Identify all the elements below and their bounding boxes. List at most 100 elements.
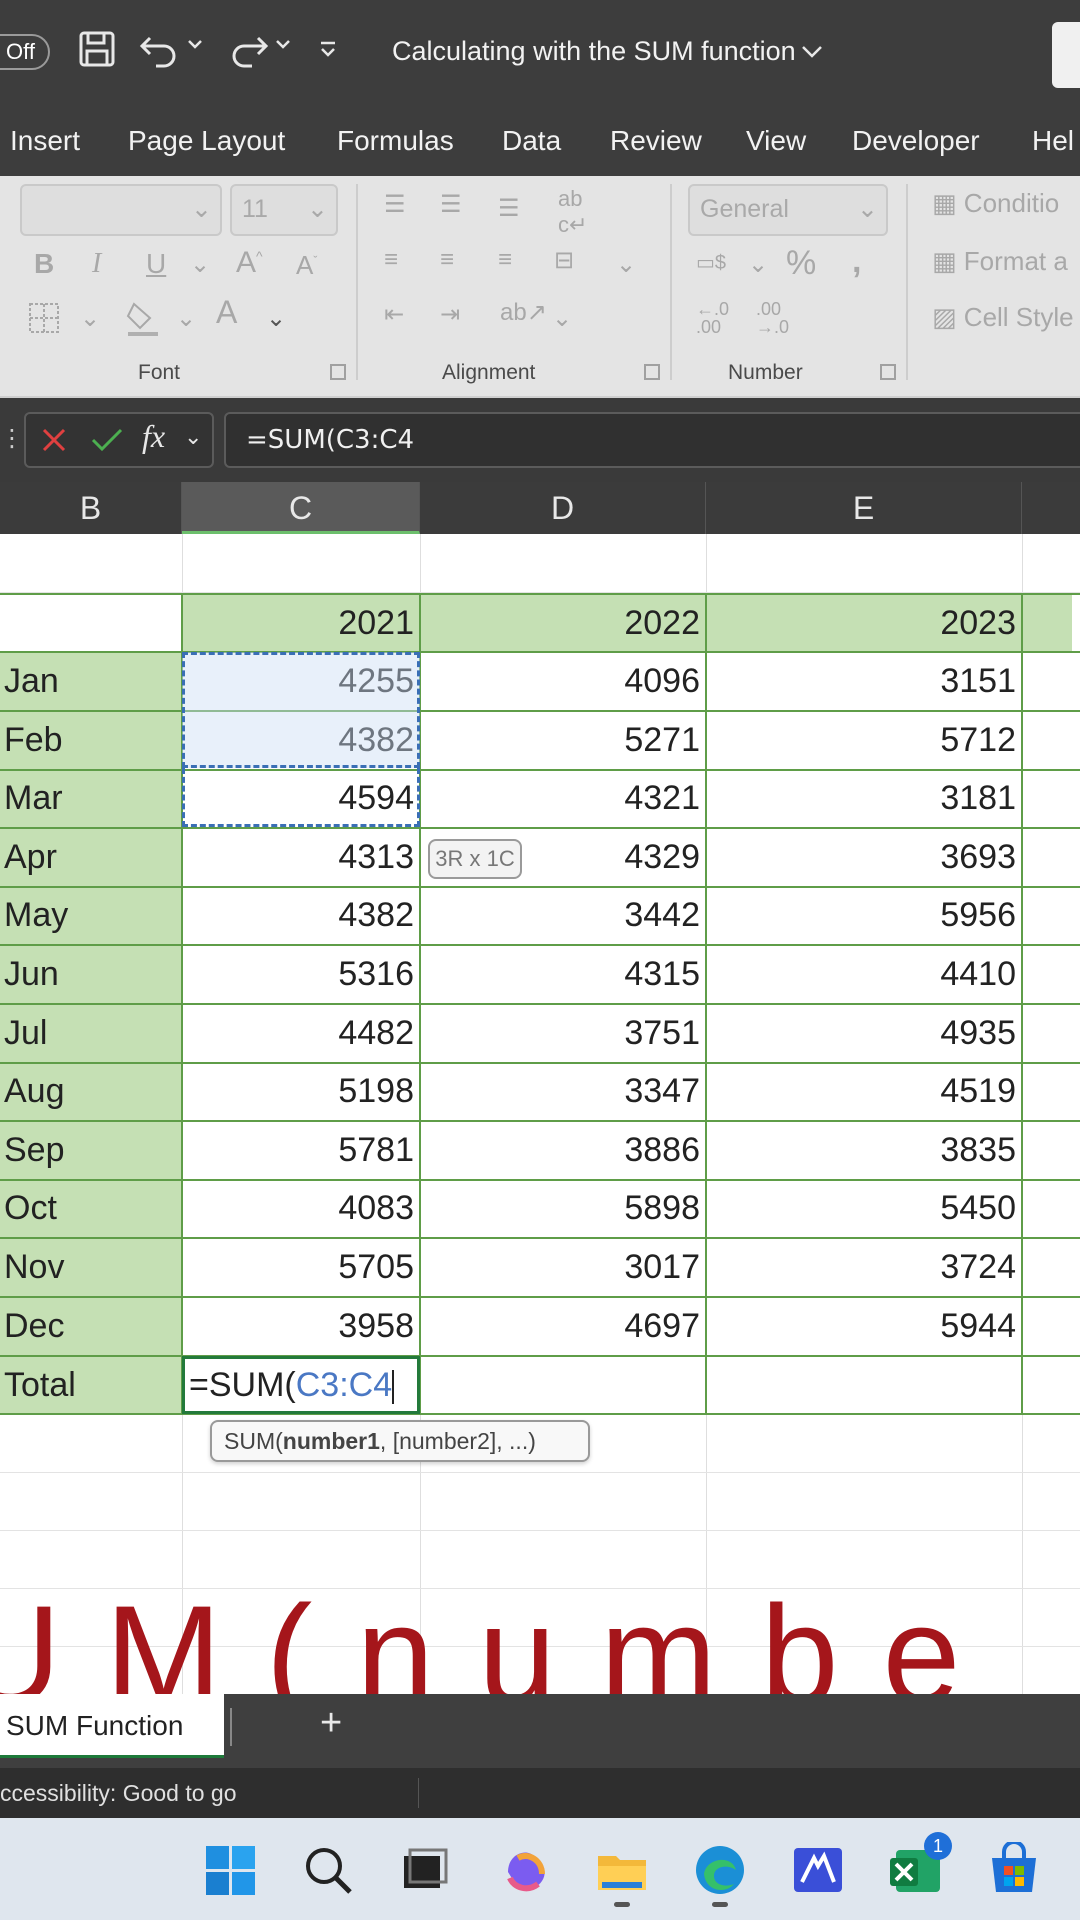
tab-view[interactable]: View bbox=[746, 125, 806, 157]
table-cell[interactable]: 3181 bbox=[706, 769, 1022, 827]
tab-review[interactable]: Review bbox=[610, 125, 702, 157]
align-right-icon[interactable]: ≡ bbox=[498, 246, 512, 274]
accounting-format-icon[interactable]: ▭$ bbox=[696, 250, 726, 275]
tab-developer[interactable]: Developer bbox=[852, 125, 980, 157]
tab-formulas[interactable]: Formulas bbox=[337, 125, 454, 157]
edge-browser-icon[interactable] bbox=[692, 1842, 748, 1898]
font-dialog-launcher-icon[interactable] bbox=[330, 364, 346, 380]
bold-icon[interactable]: B bbox=[34, 248, 54, 280]
total-label[interactable]: Total bbox=[0, 1356, 182, 1414]
align-center-icon[interactable]: ≡ bbox=[440, 246, 454, 274]
tab-data[interactable]: Data bbox=[502, 125, 561, 157]
document-title[interactable]: Calculating with the SUM function bbox=[392, 36, 796, 67]
insert-function-icon[interactable]: fx bbox=[142, 418, 165, 455]
increase-decimal-icon[interactable]: ←.0.00 bbox=[696, 300, 729, 336]
underline-icon[interactable]: U bbox=[146, 248, 166, 280]
table-cell[interactable]: 3017 bbox=[420, 1238, 706, 1296]
year-cell[interactable]: 2021 bbox=[182, 594, 420, 652]
table-cell[interactable]: 3835 bbox=[706, 1121, 1022, 1179]
table-cell[interactable]: 4482 bbox=[182, 1004, 420, 1062]
table-cell[interactable]: 5944 bbox=[706, 1297, 1022, 1355]
font-size-dropdown[interactable]: 11 ⌄ bbox=[230, 184, 338, 236]
column-header-d[interactable]: D bbox=[420, 482, 706, 534]
table-cell[interactable]: 3751 bbox=[420, 1004, 706, 1062]
redo-icon[interactable] bbox=[226, 28, 270, 75]
column-header-e[interactable]: E bbox=[706, 482, 1022, 534]
year-cell[interactable]: 2023 bbox=[706, 594, 1022, 652]
table-cell[interactable]: 5705 bbox=[182, 1238, 420, 1296]
save-icon[interactable] bbox=[76, 28, 118, 75]
cell-styles-button[interactable]: ▨ Cell Style bbox=[932, 302, 1074, 333]
borders-icon[interactable] bbox=[26, 300, 62, 343]
function-argument-tooltip[interactable]: SUM(number1, [number2], ...) bbox=[210, 1420, 590, 1462]
font-color-icon[interactable]: A bbox=[216, 294, 237, 331]
tab-help[interactable]: Hel bbox=[1032, 125, 1074, 157]
table-cell[interactable]: 5316 bbox=[182, 945, 420, 1003]
conditional-formatting-button[interactable]: ▦ Conditio bbox=[932, 188, 1059, 219]
customize-quick-access-icon[interactable] bbox=[318, 40, 338, 65]
increase-indent-icon[interactable]: ⇥ bbox=[440, 300, 460, 329]
align-left-icon[interactable]: ≡ bbox=[384, 246, 398, 274]
table-cell[interactable]: 3958 bbox=[182, 1297, 420, 1355]
font-name-dropdown[interactable]: ⌄ bbox=[20, 184, 222, 236]
merge-center-icon[interactable]: ⊟ bbox=[554, 246, 574, 275]
month-label[interactable]: Apr bbox=[0, 828, 182, 886]
chevron-down-icon[interactable]: ⌄ bbox=[80, 304, 100, 333]
table-cell[interactable]: 4697 bbox=[420, 1297, 706, 1355]
table-cell[interactable]: 5271 bbox=[420, 711, 706, 769]
formula-input[interactable]: =SUM(C3:C4 bbox=[224, 412, 1080, 468]
task-view-icon[interactable] bbox=[396, 1842, 452, 1898]
month-label[interactable]: Sep bbox=[0, 1121, 182, 1179]
chevron-down-icon[interactable]: ⌄ bbox=[266, 304, 286, 333]
autosave-toggle[interactable]: Off bbox=[0, 34, 50, 70]
table-cell[interactable]: 4313 bbox=[182, 828, 420, 886]
undo-icon[interactable] bbox=[138, 28, 182, 75]
alignment-dialog-launcher-icon[interactable] bbox=[644, 364, 660, 380]
year-cell[interactable]: 2022 bbox=[420, 594, 706, 652]
orientation-icon[interactable]: ab↗ bbox=[500, 298, 547, 327]
decrease-indent-icon[interactable]: ⇤ bbox=[384, 300, 404, 329]
percent-style-icon[interactable]: % bbox=[786, 244, 816, 283]
table-cell[interactable]: 4315 bbox=[420, 945, 706, 1003]
table-cell[interactable]: 3347 bbox=[420, 1062, 706, 1120]
format-as-table-button[interactable]: ▦ Format a bbox=[932, 246, 1068, 277]
chevron-down-icon[interactable]: ⌄ bbox=[748, 250, 768, 279]
table-cell[interactable]: 4935 bbox=[706, 1004, 1022, 1062]
month-label[interactable]: Nov bbox=[0, 1238, 182, 1296]
search-icon[interactable] bbox=[300, 1842, 356, 1898]
table-cell[interactable]: 5956 bbox=[706, 886, 1022, 944]
bottom-align-icon[interactable]: ☰ bbox=[498, 194, 520, 223]
table-cell[interactable]: 5198 bbox=[182, 1062, 420, 1120]
month-label[interactable]: Aug bbox=[0, 1062, 182, 1120]
chevron-down-icon[interactable]: ⌄ bbox=[552, 304, 572, 333]
table-cell[interactable]: 5712 bbox=[706, 711, 1022, 769]
number-dialog-launcher-icon[interactable] bbox=[880, 364, 896, 380]
table-cell[interactable]: 4410 bbox=[706, 945, 1022, 1003]
table-cell[interactable]: 4096 bbox=[420, 652, 706, 710]
microsoft-store-icon[interactable] bbox=[986, 1840, 1042, 1898]
increase-font-size-icon[interactable]: A^ bbox=[236, 246, 263, 280]
chevron-down-icon[interactable]: ⌄ bbox=[176, 304, 196, 333]
month-label[interactable]: May bbox=[0, 886, 182, 944]
column-header-c[interactable]: C bbox=[182, 482, 420, 534]
accessibility-status[interactable]: ccessibility: Good to go bbox=[0, 1780, 237, 1806]
top-align-icon[interactable]: ☰ bbox=[384, 190, 406, 219]
editing-cell[interactable]: =SUM(C3:C4 bbox=[182, 1356, 420, 1414]
table-cell[interactable]: 4321 bbox=[420, 769, 706, 827]
table-cell[interactable]: 3442 bbox=[420, 886, 706, 944]
chevron-down-icon[interactable] bbox=[800, 44, 824, 65]
month-label[interactable]: Jul bbox=[0, 1004, 182, 1062]
enter-checkmark-icon[interactable] bbox=[88, 422, 126, 463]
table-cell[interactable]: 3724 bbox=[706, 1238, 1022, 1296]
sheet-tab-sum-function[interactable]: SUM Function bbox=[0, 1694, 224, 1758]
month-label[interactable]: Jan bbox=[0, 652, 182, 710]
table-cell[interactable]: 3693 bbox=[706, 828, 1022, 886]
decrease-decimal-icon[interactable]: .00 →.0 bbox=[756, 300, 789, 336]
comma-style-icon[interactable]: , bbox=[852, 242, 861, 281]
app-icon[interactable] bbox=[790, 1842, 846, 1898]
table-cell[interactable]: 3886 bbox=[420, 1121, 706, 1179]
add-sheet-icon[interactable]: + bbox=[320, 1702, 342, 1745]
chevron-down-icon[interactable]: ⌄ bbox=[190, 250, 210, 279]
month-label[interactable]: Dec bbox=[0, 1297, 182, 1355]
tab-page-layout[interactable]: Page Layout bbox=[128, 125, 285, 157]
